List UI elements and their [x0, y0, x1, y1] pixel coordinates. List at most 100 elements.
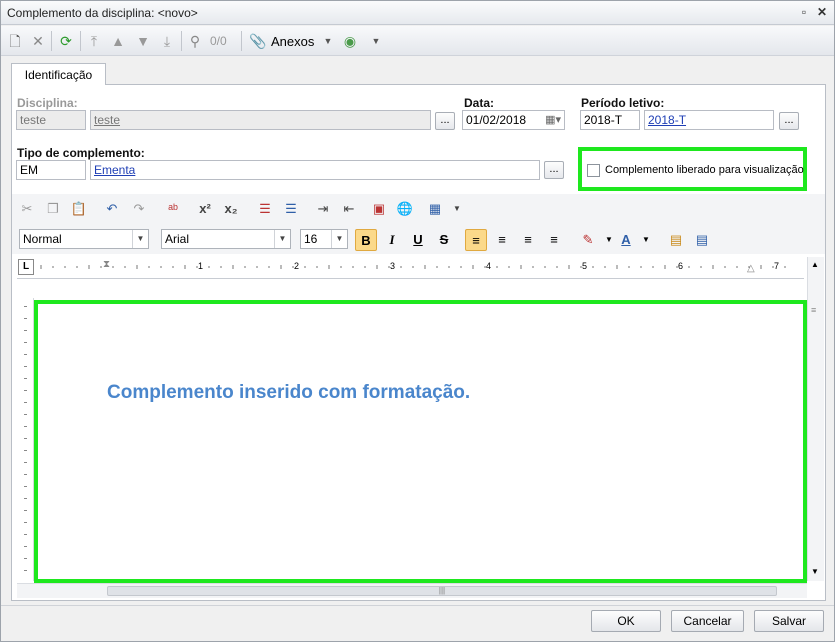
globe-icon[interactable]: ◉	[341, 32, 359, 50]
previous-record-icon[interactable]: ▲	[109, 32, 127, 50]
subscript-icon[interactable]: x₂	[221, 199, 241, 219]
insert-image-icon[interactable]: ▣	[369, 199, 389, 219]
superscript-icon[interactable]: x²	[195, 199, 215, 219]
liberado-checkbox[interactable]	[587, 164, 600, 177]
ruler-tick	[24, 546, 27, 547]
ruler-tick	[24, 426, 27, 427]
outdent-icon[interactable]: ⇤	[339, 199, 359, 219]
restore-icon[interactable]: ▫	[797, 5, 811, 19]
disciplina-label: Disciplina:	[17, 96, 78, 110]
calendar-icon[interactable]: ▦▾	[545, 111, 561, 129]
paragraph-icon[interactable]: ▤	[665, 229, 687, 251]
periodo-code-field[interactable]: 2018-T	[580, 110, 640, 130]
title-bar: Complemento da disciplina: <novo> ▫ ✕	[1, 1, 834, 25]
right-indent-marker-icon[interactable]: △	[747, 263, 755, 274]
cut-icon[interactable]: ✂	[17, 199, 37, 219]
periodo-lookup-button[interactable]: ...	[779, 112, 799, 130]
ruler-tick	[24, 558, 27, 559]
ruler-tick	[24, 522, 27, 523]
ruler-tick	[24, 390, 27, 391]
scroll-grip-icon[interactable]: ≡	[811, 305, 816, 315]
scroll-down-icon[interactable]: ▼	[811, 567, 819, 576]
align-right-icon[interactable]: ≡	[517, 229, 539, 251]
binoculars-icon[interactable]: ⚲	[186, 32, 204, 50]
page-setup-icon[interactable]: ▤	[691, 229, 713, 251]
chevron-down-icon: ▼	[132, 230, 148, 248]
redo-icon[interactable]: ↷	[129, 199, 149, 219]
ruler-tick	[24, 414, 27, 415]
horizontal-scroll-thumb[interactable]: |||	[107, 586, 777, 596]
cancel-button[interactable]: Cancelar	[671, 610, 744, 632]
ruler-tick	[24, 510, 27, 511]
paperclip-icon[interactable]: 📎	[249, 32, 267, 50]
horizontal-scrollbar[interactable]: |||	[17, 583, 807, 598]
delete-icon[interactable]: ✕	[29, 32, 47, 50]
rich-text-editor[interactable]: Complemento inserido com formatação.	[34, 300, 807, 583]
style-value: Normal	[23, 232, 62, 246]
ruler-tick	[24, 366, 27, 367]
highlight-color-icon[interactable]: ✎	[577, 229, 599, 251]
globe-dropdown-icon[interactable]: ▼	[367, 32, 385, 50]
italic-button[interactable]: I	[381, 229, 403, 251]
bullet-list-icon[interactable]: ☰	[281, 199, 301, 219]
font-select[interactable]: Arial ▼	[161, 229, 291, 249]
align-center-icon[interactable]: ≡	[491, 229, 513, 251]
anexos-button[interactable]: Anexos	[271, 34, 314, 49]
font-color-icon[interactable]: A	[615, 229, 637, 251]
indent-icon[interactable]: ⇥	[313, 199, 333, 219]
dialog-window: Complemento da disciplina: <novo> ▫ ✕ 🗋 …	[0, 0, 835, 642]
toolbar-separator	[241, 31, 242, 51]
font-value: Arial	[165, 232, 190, 246]
indent-marker-icon[interactable]: ⧗	[103, 259, 110, 270]
editor-content[interactable]: Complemento inserido com formatação.	[107, 382, 470, 404]
main-toolbar: 🗋 ✕ ⟳ ⤒ ▲ ▼ ⤓ ⚲ 0/0 📎 Anexos ▼ ◉ ▼	[1, 26, 834, 56]
ruler-tick	[24, 318, 27, 319]
liberado-label: Complemento liberado para visualização	[605, 164, 804, 176]
copy-icon[interactable]: ❐	[43, 199, 63, 219]
periodo-name-link[interactable]: 2018-T	[648, 113, 686, 127]
save-button[interactable]: Salvar	[754, 610, 824, 632]
next-record-icon[interactable]: ▼	[134, 32, 152, 50]
tab-identificacao[interactable]: Identificação	[11, 63, 106, 86]
underline-button[interactable]: U	[407, 229, 429, 251]
hyperlink-icon[interactable]: 🌐	[395, 199, 415, 219]
ruler-tick	[24, 438, 27, 439]
disciplina-lookup-button[interactable]: ...	[435, 112, 455, 130]
data-label: Data:	[464, 96, 495, 110]
spellcheck-icon[interactable]: ᵃᵇ	[163, 199, 183, 219]
anexos-dropdown-icon[interactable]: ▼	[319, 32, 337, 50]
table-icon[interactable]: ▦	[425, 199, 445, 219]
bold-button[interactable]: B	[355, 229, 377, 251]
tipo-name-field[interactable]: Ementa	[90, 160, 540, 180]
style-select[interactable]: Normal ▼	[19, 229, 149, 249]
ok-button[interactable]: OK	[591, 610, 661, 632]
ruler-tick	[24, 498, 27, 499]
first-record-icon[interactable]: ⤒	[85, 32, 103, 50]
refresh-icon[interactable]: ⟳	[57, 32, 75, 50]
numbered-list-icon[interactable]: ☰	[255, 199, 275, 219]
undo-icon[interactable]: ↶	[102, 199, 122, 219]
size-select[interactable]: 16 ▼	[300, 229, 348, 249]
close-icon[interactable]: ✕	[815, 5, 829, 19]
align-justify-icon[interactable]: ≡	[543, 229, 565, 251]
periodo-name-field[interactable]: 2018-T	[644, 110, 774, 130]
vertical-scrollbar[interactable]: ▲ ≡ ▼	[807, 257, 824, 581]
font-color-dropdown-icon[interactable]: ▼	[635, 229, 657, 251]
tab-stop-selector[interactable]: L	[18, 259, 34, 275]
ruler-ticks	[40, 265, 786, 269]
tipo-name-link[interactable]: Ementa	[94, 163, 135, 177]
last-record-icon[interactable]: ⤓	[158, 32, 176, 50]
data-field[interactable]: 01/02/2018 ▦▾	[462, 110, 565, 130]
paste-icon[interactable]: 📋	[69, 199, 89, 219]
table-dropdown-icon[interactable]: ▼	[447, 199, 467, 219]
ruler-number: 4	[486, 261, 492, 271]
tipo-code-field[interactable]: EM	[16, 160, 86, 180]
ruler-number: 7	[774, 261, 780, 271]
new-icon[interactable]: 🗋	[6, 32, 24, 50]
tipo-lookup-button[interactable]: ...	[544, 161, 564, 179]
scroll-up-icon[interactable]: ▲	[811, 260, 819, 269]
strikethrough-button[interactable]: S	[433, 229, 455, 251]
align-left-icon[interactable]: ≡	[465, 229, 487, 251]
record-counter: 0/0	[210, 34, 227, 48]
data-value: 01/02/2018	[466, 113, 527, 127]
